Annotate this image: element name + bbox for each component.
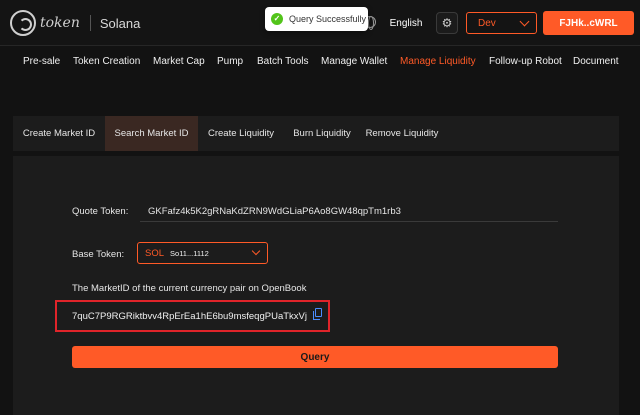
tab-search-market-id[interactable]: Search Market ID	[105, 116, 198, 151]
nav-item-token-creation[interactable]: Token Creation	[73, 56, 140, 67]
logo-text: token	[40, 15, 80, 31]
nav-item-manage-liquidity[interactable]: Manage Liquidity	[400, 56, 476, 67]
network-select[interactable]: Dev	[466, 12, 537, 34]
nav-item-pump[interactable]: Pump	[217, 56, 243, 67]
base-token-address: So11...1112	[170, 248, 209, 258]
quote-token-underline	[140, 221, 558, 222]
quote-token-input[interactable]: GKFafz4k5K2gRNaKdZRN9WdGLiaP6Ao8GW48qpTm…	[148, 206, 401, 217]
settings-button[interactable]: ⚙	[436, 12, 458, 34]
chevron-down-icon	[519, 16, 530, 27]
liquidity-tabs: Create Market ID Search Market ID Create…	[13, 116, 619, 151]
marketid-value: 7quC7P9RGRiktbvv4RpErEa1hE6bu9msfeqgPUaT…	[72, 311, 307, 322]
wallet-button[interactable]: FJHk..cWRL	[543, 11, 634, 35]
logo-mark-icon	[10, 10, 36, 36]
nav-item-follow-up-robot[interactable]: Follow-up Robot	[489, 56, 562, 67]
nav-item-market-cap[interactable]: Market Cap	[153, 56, 205, 67]
query-button[interactable]: Query	[72, 346, 558, 368]
marketid-label: The MarketID of the current currency pai…	[72, 283, 307, 294]
copy-icon[interactable]	[313, 308, 322, 320]
toast-message: Query Successfully	[289, 14, 367, 24]
language-selector[interactable]: English	[380, 13, 432, 33]
nav-item-batch-tools[interactable]: Batch Tools	[257, 56, 309, 67]
gear-icon: ⚙	[441, 16, 453, 30]
base-token-select[interactable]: SOL So11...1112	[137, 242, 268, 264]
logo-divider	[89, 15, 91, 31]
nav-item-manage-wallet[interactable]: Manage Wallet	[321, 56, 387, 67]
main-nav: Pre-sale Token Creation Market Cap Pump …	[0, 51, 640, 73]
network-value: Dev	[478, 17, 496, 29]
base-token-label: Base Token:	[72, 249, 125, 260]
nav-item-pre-sale[interactable]: Pre-sale	[23, 56, 60, 67]
tab-create-market-id[interactable]: Create Market ID	[13, 116, 105, 151]
quote-token-label: Quote Token:	[72, 206, 129, 217]
chain-name: Solana	[99, 15, 141, 31]
chevron-down-icon	[251, 246, 261, 256]
tab-create-liquidity[interactable]: Create Liquidity	[198, 116, 284, 151]
success-toast: ✓ Query Successfully	[265, 7, 368, 31]
base-token-symbol: SOL	[145, 247, 165, 259]
logo[interactable]: token Solana	[10, 10, 140, 36]
app-header: token Solana ✓ Query Successfully Englis…	[0, 0, 640, 46]
check-circle-icon: ✓	[271, 13, 283, 25]
nav-item-document[interactable]: Document	[573, 56, 619, 67]
tab-burn-liquidity[interactable]: Burn Liquidity	[284, 116, 360, 151]
tab-remove-liquidity[interactable]: Remove Liquidity	[360, 116, 444, 151]
